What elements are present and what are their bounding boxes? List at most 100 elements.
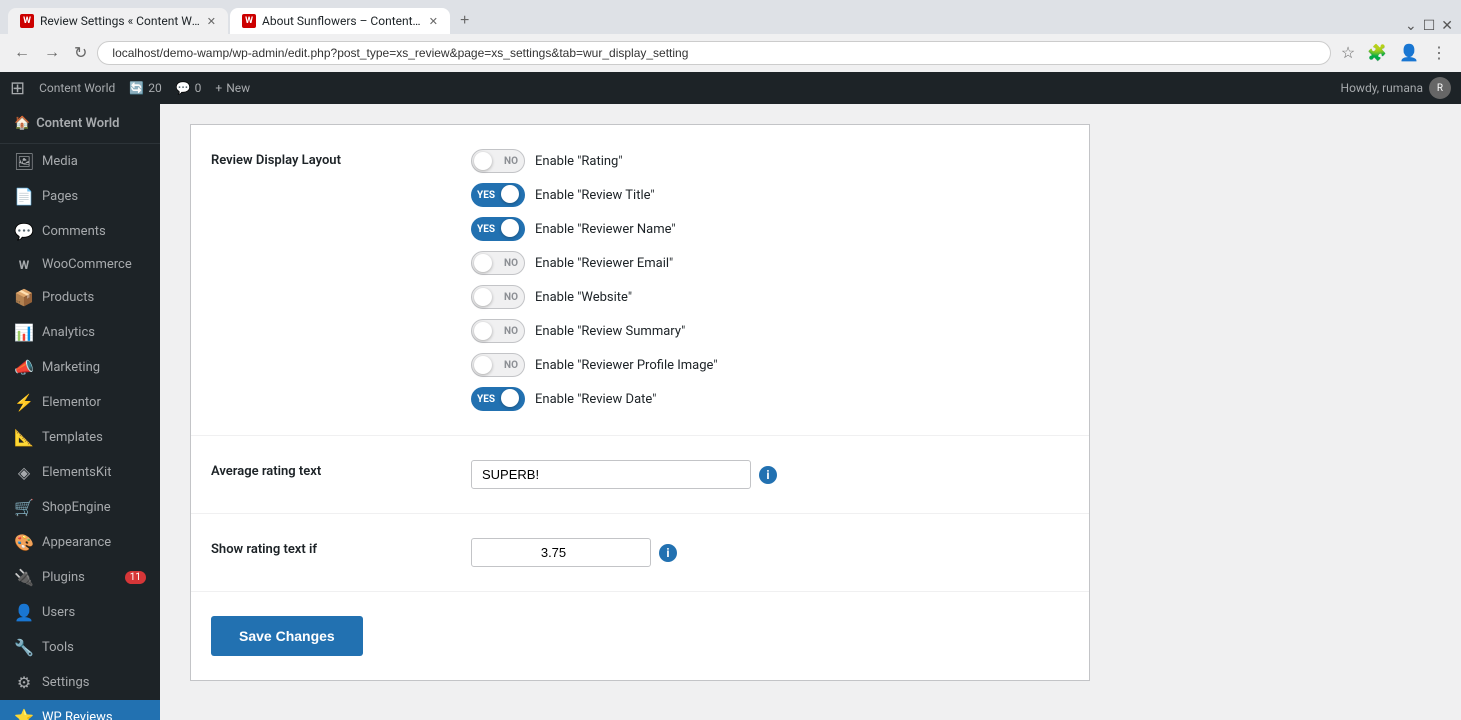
toggle-row-reviewer-profile-image: NO Enable "Reviewer Profile Image" [471, 353, 1069, 377]
browser-chrome: W Review Settings « Content Worl... ✕ W … [0, 0, 1461, 72]
sidebar-item-analytics[interactable]: 📊 Analytics [0, 315, 160, 350]
sidebar-item-plugins[interactable]: 🔌 Plugins 11 [0, 560, 160, 595]
extensions-button[interactable]: 🧩 [1363, 39, 1391, 67]
toggle-rating[interactable]: NO [471, 149, 525, 173]
show-rating-info-icon[interactable]: i [659, 544, 677, 562]
marketing-icon: 📣 [14, 358, 34, 377]
sidebar-site-icon: 🏠 [14, 116, 30, 131]
tab1-close-icon[interactable]: ✕ [207, 15, 216, 28]
media-icon: 🖼 [14, 152, 34, 171]
admin-bar-comments[interactable]: 💬 0 [176, 81, 202, 95]
toggle-reviewer-profile-image[interactable]: NO [471, 353, 525, 377]
tab2-title: About Sunflowers – Content Wo... [262, 14, 423, 28]
toggle-review-title-text: Enable "Review Title" [535, 188, 655, 203]
restore-button[interactable]: ☐ [1423, 17, 1436, 34]
tab2-close-icon[interactable]: ✕ [429, 15, 438, 28]
sidebar-item-elementor[interactable]: ⚡ Elementor [0, 385, 160, 420]
sidebar-item-templates[interactable]: 📐 Templates [0, 420, 160, 455]
new-label: New [226, 81, 250, 95]
sidebar-item-appearance[interactable]: 🎨 Appearance [0, 525, 160, 560]
minimize-button[interactable]: ⌄ [1405, 17, 1417, 34]
sidebar-item-wp-reviews[interactable]: ⭐ WP Reviews [0, 700, 160, 720]
woocommerce-icon: W [14, 258, 34, 272]
browser-tab-1[interactable]: W Review Settings « Content Worl... ✕ [8, 8, 228, 34]
toggle-review-date-knob [501, 389, 519, 407]
close-window-button[interactable]: ✕ [1441, 17, 1453, 34]
review-display-row: Review Display Layout NO Enable "Rating" [191, 125, 1089, 436]
review-display-controls: NO Enable "Rating" YES Enable "Review [471, 149, 1069, 411]
wp-reviews-icon: ⭐ [14, 708, 34, 720]
plugins-badge: 11 [125, 571, 146, 584]
toggle-reviewer-profile-image-text: Enable "Reviewer Profile Image" [535, 358, 718, 373]
sidebar-item-pages[interactable]: 📄 Pages [0, 179, 160, 214]
wp-admin-bar: ⊞ Content World 🔄 20 💬 0 + New Howdy, ru… [0, 72, 1461, 104]
sidebar-item-products[interactable]: 📦 Products [0, 280, 160, 315]
toggle-row-reviewer-email: NO Enable "Reviewer Email" [471, 251, 1069, 275]
toggle-review-summary-knob [474, 322, 492, 340]
tab2-favicon: W [242, 14, 256, 28]
pages-icon: 📄 [14, 187, 34, 206]
average-rating-info-icon[interactable]: i [759, 466, 777, 484]
sidebar-item-users[interactable]: 👤 Users [0, 595, 160, 630]
toggle-rating-text: Enable "Rating" [535, 154, 623, 169]
wp-logo-icon[interactable]: ⊞ [10, 78, 25, 99]
users-icon: 👤 [14, 603, 34, 622]
sidebar-item-tools[interactable]: 🔧 Tools [0, 630, 160, 665]
toggle-review-date[interactable]: YES [471, 387, 525, 411]
toggle-review-date-label: YES [477, 394, 495, 405]
updates-icon: 🔄 [129, 81, 144, 95]
reload-button[interactable]: ↻ [70, 39, 91, 67]
show-rating-label: Show rating text if [211, 538, 431, 557]
new-tab-button[interactable]: + [452, 8, 477, 34]
bookmark-button[interactable]: ☆ [1337, 39, 1359, 67]
menu-button[interactable]: ⋮ [1427, 39, 1451, 67]
review-display-label: Review Display Layout [211, 149, 431, 168]
toggle-reviewer-email-knob [474, 254, 492, 272]
admin-bar-site-name: Content World [39, 81, 115, 95]
average-rating-input[interactable] [471, 460, 751, 489]
average-rating-label: Average rating text [211, 460, 431, 479]
browser-actions: ☆ 🧩 👤 ⋮ [1337, 39, 1451, 67]
review-display-section: Review Display Layout NO Enable "Rating" [190, 124, 1090, 681]
toggle-reviewer-name[interactable]: YES [471, 217, 525, 241]
toggle-website[interactable]: NO [471, 285, 525, 309]
url-bar[interactable] [97, 41, 1330, 65]
wp-sidebar: 🏠 Content World 🖼 Media 📄 Pages 💬 Commen… [0, 104, 160, 720]
toggle-reviewer-profile-image-label: NO [504, 360, 518, 371]
analytics-icon: 📊 [14, 323, 34, 342]
sidebar-item-woocommerce[interactable]: W WooCommerce [0, 249, 160, 280]
tools-icon: 🔧 [14, 638, 34, 657]
sidebar-item-media[interactable]: 🖼 Media [0, 144, 160, 179]
forward-button[interactable]: → [40, 40, 64, 66]
sidebar-item-elementskit[interactable]: ◈ ElementsKit [0, 455, 160, 490]
profile-button[interactable]: 👤 [1395, 39, 1423, 67]
sidebar-item-marketing[interactable]: 📣 Marketing [0, 350, 160, 385]
comments-icon: 💬 [176, 81, 191, 95]
admin-bar-updates[interactable]: 🔄 20 [129, 81, 161, 95]
back-button[interactable]: ← [10, 40, 34, 66]
show-rating-input[interactable] [471, 538, 651, 567]
sidebar-item-shopengine[interactable]: 🛒 ShopEngine [0, 490, 160, 525]
toggle-website-knob [474, 288, 492, 306]
browser-controls: ← → ↻ ☆ 🧩 👤 ⋮ [0, 34, 1461, 72]
show-rating-row: Show rating text if i [191, 514, 1089, 592]
toggle-review-summary[interactable]: NO [471, 319, 525, 343]
toggle-review-title[interactable]: YES [471, 183, 525, 207]
avatar[interactable]: R [1429, 77, 1451, 99]
toggle-website-label: NO [504, 292, 518, 303]
comments-icon: 💬 [14, 222, 34, 241]
comments-count: 0 [195, 81, 202, 95]
sidebar-item-settings[interactable]: ⚙ Settings [0, 665, 160, 700]
tab-window-controls: ⌄ ☐ ✕ [1405, 17, 1453, 34]
save-changes-button[interactable]: Save Changes [211, 616, 363, 656]
sidebar-item-comments[interactable]: 💬 Comments [0, 214, 160, 249]
toggle-reviewer-name-knob [501, 219, 519, 237]
admin-bar-new[interactable]: + New [215, 81, 250, 95]
admin-bar-site[interactable]: Content World [39, 81, 115, 95]
toggle-reviewer-email[interactable]: NO [471, 251, 525, 275]
browser-tab-2[interactable]: W About Sunflowers – Content Wo... ✕ [230, 8, 450, 34]
templates-icon: 📐 [14, 428, 34, 447]
sidebar-site-name[interactable]: 🏠 Content World [0, 104, 160, 144]
toggle-row-review-date: YES Enable "Review Date" [471, 387, 1069, 411]
toggle-rating-label: NO [504, 156, 518, 167]
